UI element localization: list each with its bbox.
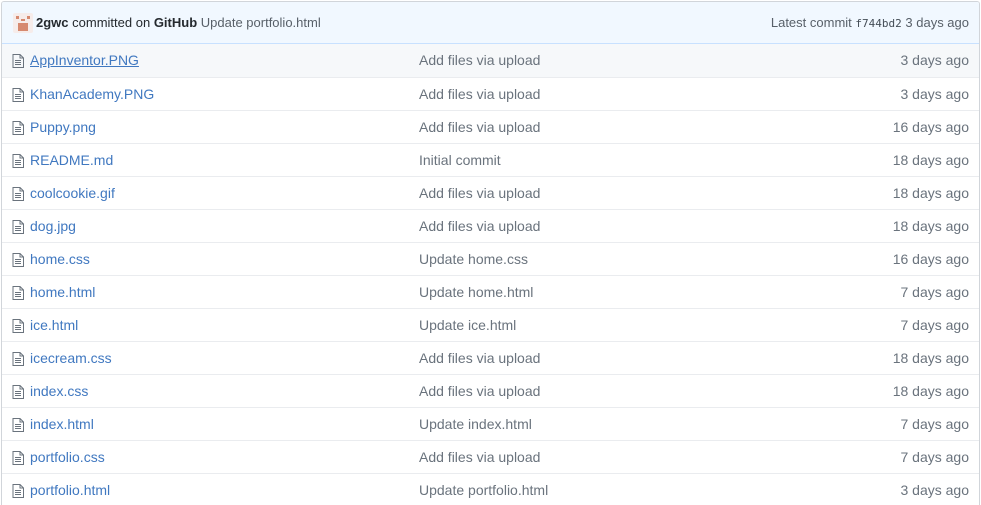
file-commit-message-link[interactable]: Add files via upload [419, 52, 540, 68]
file-row: ice.html Update ice.html 7 days ago [2, 308, 979, 341]
file-icon [12, 187, 24, 201]
file-row: index.html Update index.html 7 days ago [2, 407, 979, 440]
file-row: home.css Update home.css 16 days ago [2, 242, 979, 275]
file-commit-age: 18 days ago [892, 218, 969, 234]
file-commit-age: 3 days ago [900, 482, 970, 498]
file-row: portfolio.html Update portfolio.html 3 day… [2, 473, 979, 505]
file-icon [12, 484, 24, 498]
file-row: dog.jpg Add files via upload 18 days ago [2, 209, 979, 242]
file-name-link[interactable]: coolcookie.gif [30, 185, 115, 201]
file-commit-age: 7 days ago [900, 284, 970, 300]
file-name-link[interactable]: portfolio.html [30, 482, 110, 498]
commit-author-link[interactable]: 2gwc [36, 15, 69, 30]
file-commit-age: 18 days ago [892, 383, 969, 399]
file-name-link[interactable]: home.html [30, 284, 95, 300]
file-commit-message-link[interactable]: Add files via upload [419, 185, 540, 201]
file-name-link[interactable]: index.html [30, 416, 94, 432]
file-commit-message-link[interactable]: Add files via upload [419, 383, 540, 399]
file-commit-age: 3 days ago [900, 52, 970, 68]
file-commit-age: 7 days ago [900, 449, 970, 465]
commit-summary: 2gwc committed on GitHub Update portfoli… [36, 15, 321, 30]
file-commit-message-link[interactable]: Update index.html [419, 416, 532, 432]
file-row: home.html Update home.html 7 days ago [2, 275, 979, 308]
file-row: AppInventor.PNG Add files via upload 3 day… [2, 44, 979, 77]
file-icon [12, 121, 24, 135]
file-commit-message-link[interactable]: Add files via upload [419, 218, 540, 234]
file-row: KhanAcademy.PNG Add files via upload 3 day… [2, 77, 979, 110]
file-commit-message-link[interactable]: Add files via upload [419, 350, 540, 366]
file-icon [12, 154, 24, 168]
file-icon [12, 286, 24, 300]
file-commit-age: 18 days ago [892, 350, 969, 366]
file-name-link[interactable]: dog.jpg [30, 218, 76, 234]
file-commit-message-link[interactable]: Add files via upload [419, 119, 540, 135]
commit-tease: 2gwc committed on GitHub Update portfoli… [2, 2, 979, 44]
file-icon [12, 385, 24, 399]
file-name-link[interactable]: README.md [30, 152, 113, 168]
file-name-link[interactable]: KhanAcademy.PNG [30, 86, 154, 102]
file-icon [12, 253, 24, 267]
file-name-link[interactable]: icecream.css [30, 350, 112, 366]
file-icon [12, 451, 24, 465]
file-icon [12, 88, 24, 102]
commit-age: 3 days ago [905, 15, 969, 30]
file-row: README.md Initial commit 18 days ago [2, 143, 979, 176]
commit-sha-link[interactable]: f744bd2 [855, 17, 901, 30]
file-name-link[interactable]: ice.html [30, 317, 78, 333]
file-commit-message-link[interactable]: Add files via upload [419, 449, 540, 465]
file-commit-age: 16 days ago [892, 251, 969, 267]
file-icon [12, 352, 24, 366]
file-commit-message-link[interactable]: Add files via upload [419, 86, 540, 102]
file-name-link[interactable]: portfolio.css [30, 449, 105, 465]
file-icon [12, 220, 24, 234]
file-row: portfolio.css Add files via upload 7 days … [2, 440, 979, 473]
file-icon [12, 418, 24, 432]
file-icon [12, 319, 24, 333]
avatar[interactable] [13, 13, 33, 33]
file-commit-age: 3 days ago [900, 86, 970, 102]
file-name-link[interactable]: home.css [30, 251, 90, 267]
file-commit-age: 7 days ago [900, 317, 970, 333]
file-commit-message-link[interactable]: Update home.html [419, 284, 533, 300]
file-row: index.css Add files via upload 18 days ago [2, 374, 979, 407]
file-icon [12, 54, 24, 68]
commit-message-link[interactable]: Update portfolio.html [201, 15, 321, 30]
latest-commit-info: Latest commit f744bd2 3 days ago [771, 15, 969, 30]
file-row: coolcookie.gif Add files via upload 18 day… [2, 176, 979, 209]
latest-commit-label: Latest commit [770, 15, 852, 30]
file-name-link[interactable]: index.css [30, 383, 88, 399]
file-commit-age: 18 days ago [892, 152, 969, 168]
committed-on-text: committed on [72, 15, 151, 30]
file-commit-age: 18 days ago [892, 185, 969, 201]
file-row: icecream.css Add files via upload 18 days … [2, 341, 979, 374]
file-commit-message-link[interactable]: Update ice.html [419, 317, 516, 333]
file-list: AppInventor.PNG Add files via upload 3 day… [2, 44, 979, 505]
file-commit-age: 16 days ago [892, 119, 969, 135]
file-navigation-table: 2gwc committed on GitHub Update portfoli… [1, 1, 980, 505]
file-name-link[interactable]: Puppy.png [30, 119, 96, 135]
file-commit-message-link[interactable]: Update home.css [419, 251, 528, 267]
file-row: Puppy.png Add files via upload 16 days ago [2, 110, 979, 143]
file-name-link[interactable]: AppInventor.PNG [30, 52, 139, 68]
file-commit-message-link[interactable]: Initial commit [419, 152, 501, 168]
file-commit-message-link[interactable]: Update portfolio.html [419, 482, 548, 498]
committer-link[interactable]: GitHub [154, 15, 197, 30]
file-commit-age: 7 days ago [900, 416, 970, 432]
